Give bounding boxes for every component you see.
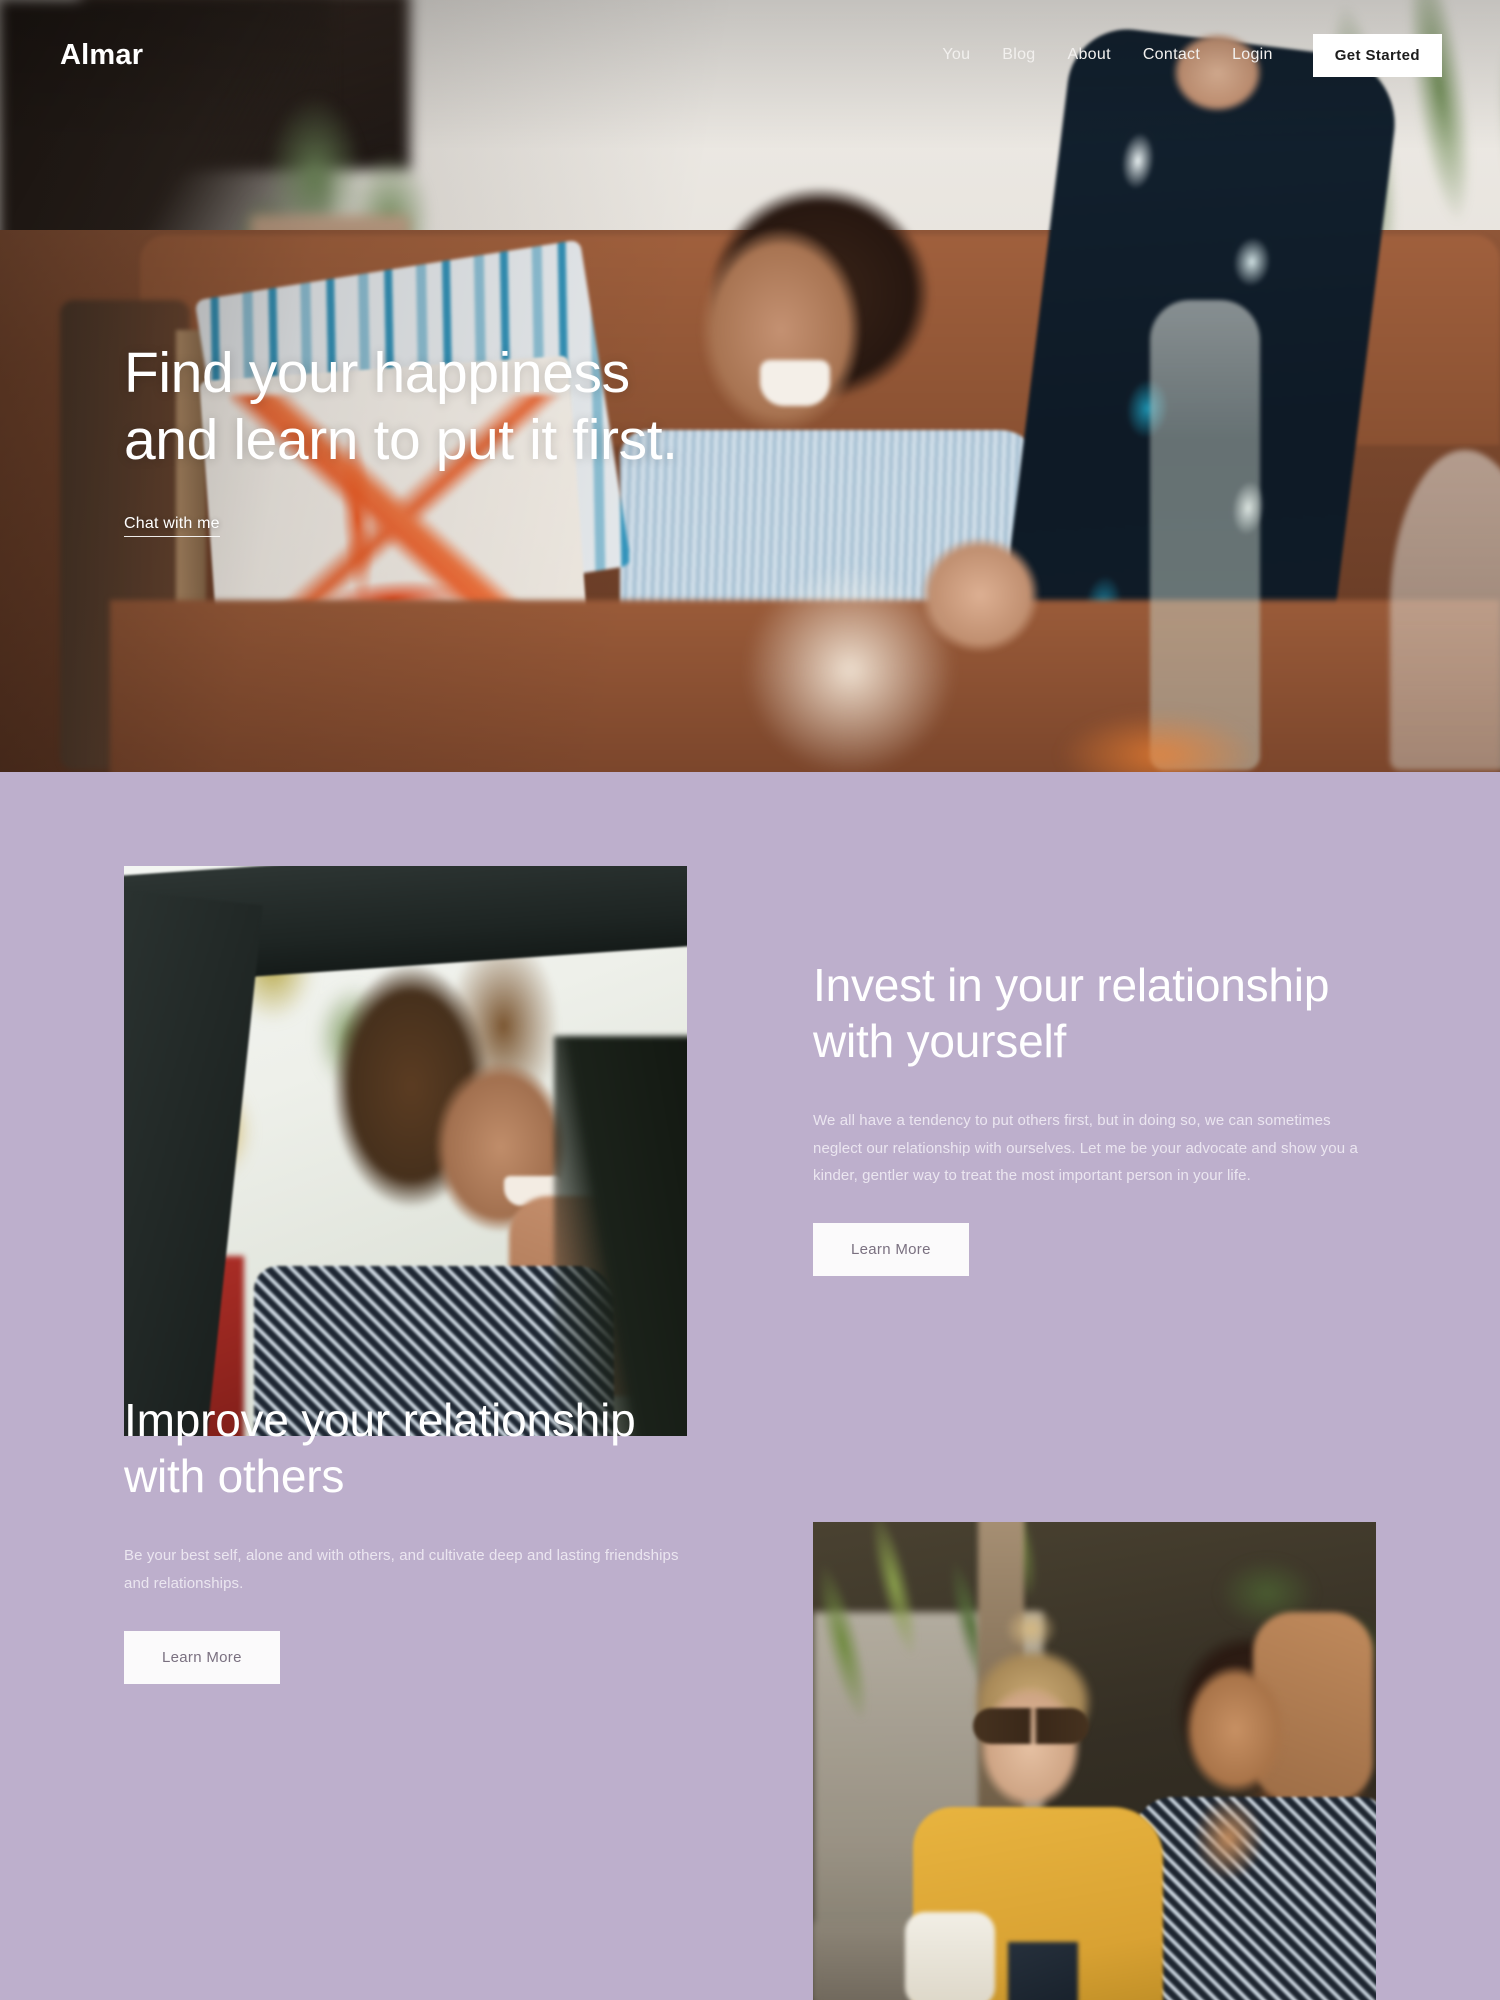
nav-item-you[interactable]: You [926, 46, 986, 64]
feature-copy-others: Improve your relationship with others Be… [124, 1392, 684, 1684]
features-section: Invest in your relationship with yoursel… [0, 772, 1500, 2000]
get-started-button[interactable]: Get Started [1312, 33, 1442, 77]
site-header: Almar You Blog About Contact Login Get S… [0, 0, 1500, 110]
feature-copy-yourself: Invest in your relationship with yoursel… [813, 957, 1373, 1277]
main-navigation: You Blog About Contact Login Get Started [926, 33, 1442, 77]
learn-more-button-others[interactable]: Learn More [124, 1630, 280, 1684]
feature-heading-others: Improve your relationship with others [124, 1394, 636, 1503]
feature-image-yourself [124, 866, 687, 1436]
chat-with-me-link[interactable]: Chat with me [124, 515, 220, 538]
feature-body-others: Be your best self, alone and with others… [124, 1547, 679, 1592]
feature-heading-yourself: Invest in your relationship with yoursel… [813, 959, 1330, 1068]
page-root: Almar You Blog About Contact Login Get S… [0, 0, 1500, 2000]
site-logo[interactable]: Almar [60, 39, 143, 72]
learn-more-button-yourself[interactable]: Learn More [813, 1223, 969, 1277]
nav-item-contact[interactable]: Contact [1127, 46, 1216, 64]
hero-section: Almar You Blog About Contact Login Get S… [0, 0, 1500, 772]
hero-content: Find your happiness and learn to put it … [124, 340, 884, 538]
nav-item-blog[interactable]: Blog [986, 46, 1051, 64]
hero-heading: Find your happiness and learn to put it … [124, 340, 884, 473]
nav-item-about[interactable]: About [1052, 46, 1127, 64]
nav-item-login[interactable]: Login [1216, 46, 1289, 64]
feature-image-others [813, 1522, 1376, 2000]
hero-heading-line-1: Find your happiness [124, 341, 630, 405]
hero-heading-line-2: and learn to put it first. [124, 407, 678, 472]
feature-body-yourself: We all have a tendency to put others fir… [813, 1112, 1358, 1184]
